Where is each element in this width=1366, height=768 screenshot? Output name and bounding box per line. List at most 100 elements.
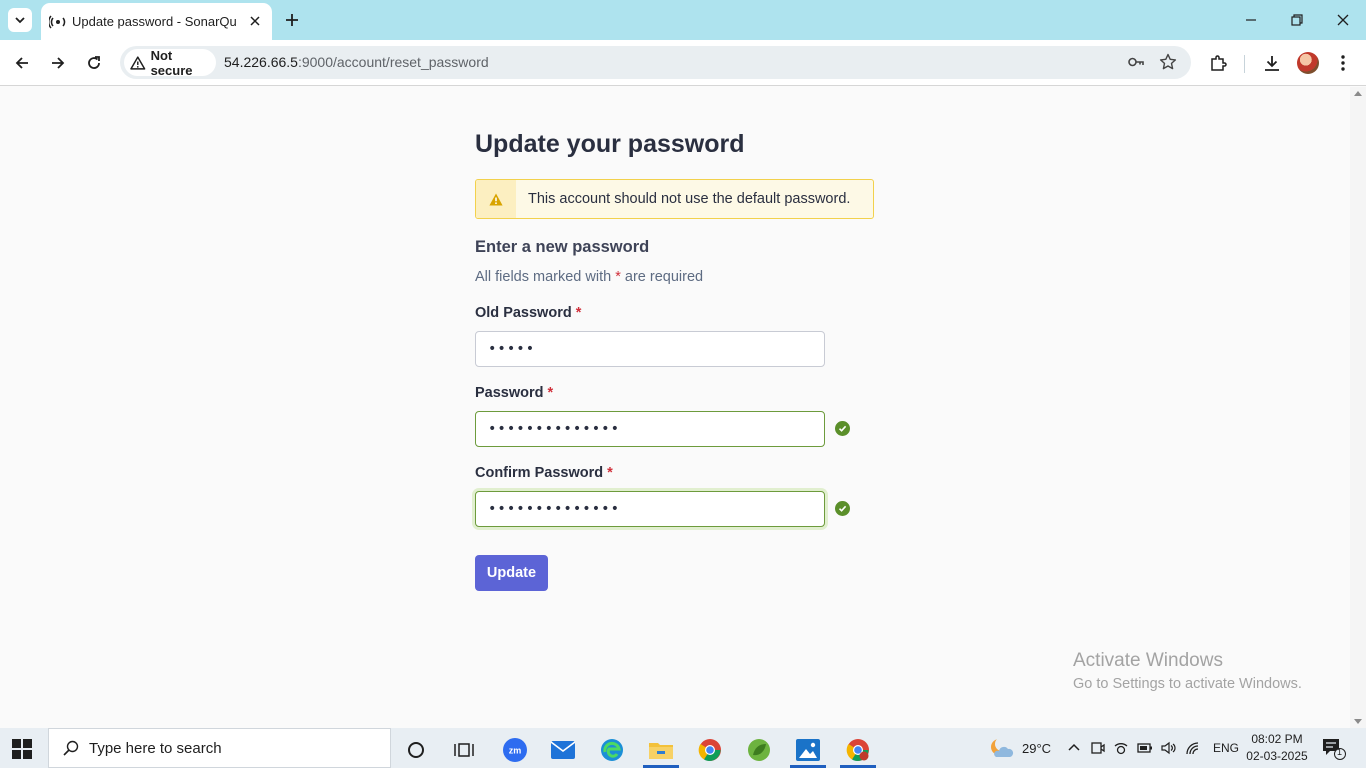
- photos-app[interactable]: [788, 732, 828, 768]
- network-icon[interactable]: [1113, 741, 1129, 755]
- confirm-password-field[interactable]: [475, 491, 825, 527]
- warning-message: This account should not use the default …: [528, 191, 851, 207]
- download-icon: [1265, 56, 1279, 71]
- password-field[interactable]: [475, 411, 825, 447]
- minimize-icon: [1246, 19, 1256, 21]
- search-icon: [63, 740, 79, 756]
- edge-app[interactable]: [592, 732, 632, 768]
- arrow-left-icon: [15, 57, 28, 69]
- chevron-down-icon: [15, 17, 25, 24]
- mail-icon: [551, 741, 575, 759]
- warning-alert: This account should not use the default …: [475, 179, 874, 219]
- downloads-button[interactable]: [1260, 51, 1284, 75]
- chevron-up-icon[interactable]: [1067, 741, 1081, 755]
- edge-icon: [601, 739, 623, 761]
- required-fields-note: All fields marked with * are required: [475, 269, 703, 285]
- reload-button[interactable]: [82, 51, 106, 75]
- forward-button[interactable]: [46, 51, 70, 75]
- reload-icon: [88, 56, 100, 69]
- tab-strip: Update password - SonarQube: [0, 0, 1366, 40]
- puzzle-icon: [1211, 55, 1227, 71]
- update-button[interactable]: Update: [475, 555, 548, 591]
- weather-temperature: 29°C: [1022, 740, 1052, 756]
- confirm-password-label-text: Confirm Password: [475, 465, 604, 481]
- scroll-down-arrow-icon[interactable]: [1354, 719, 1362, 724]
- svg-text:zm: zm: [509, 746, 522, 756]
- language-indicator[interactable]: ENG: [1213, 741, 1239, 755]
- taskbar-search[interactable]: Type here to search: [48, 728, 391, 768]
- password-manager-button[interactable]: [1126, 52, 1146, 72]
- windows-start-icon[interactable]: [12, 739, 32, 759]
- back-button[interactable]: [10, 51, 34, 75]
- chrome-profile-app[interactable]: [838, 732, 878, 768]
- site-info-button[interactable]: Not secure: [124, 48, 216, 78]
- chrome-app[interactable]: [690, 732, 730, 768]
- clock[interactable]: 08:02 PM 02-03-2025: [1245, 731, 1309, 765]
- bookmark-button[interactable]: [1158, 52, 1178, 72]
- task-view-button[interactable]: [444, 732, 484, 768]
- required-star: *: [575, 305, 582, 321]
- required-star: *: [615, 269, 621, 285]
- browser-tab[interactable]: Update password - SonarQube: [41, 3, 272, 40]
- battery-icon[interactable]: [1137, 742, 1153, 754]
- check-circle-icon: [835, 421, 850, 436]
- tab-search-button[interactable]: [8, 8, 32, 32]
- plus-icon: [286, 14, 298, 26]
- section-heading: Enter a new password: [475, 238, 650, 256]
- weather-moon-cloud-icon: [991, 737, 1014, 757]
- clock-time: 08:02 PM: [1251, 732, 1303, 746]
- warning-triangle-icon: [130, 55, 146, 70]
- chrome-icon: [698, 739, 721, 761]
- password-label-text: Password: [475, 385, 544, 401]
- leaf-icon: [748, 739, 770, 761]
- page-scrollbar[interactable]: [1350, 87, 1366, 728]
- scroll-up-arrow-icon[interactable]: [1354, 91, 1362, 96]
- clock-date: 02-03-2025: [1246, 749, 1308, 763]
- activate-windows-watermark: Activate Windows Go to Settings to activ…: [1073, 650, 1302, 692]
- browser-toolbar: Not secure 54.226.66.5:9000/account/rese…: [0, 40, 1366, 86]
- arrow-right-icon: [52, 57, 65, 69]
- wifi-icon[interactable]: [1185, 741, 1201, 755]
- browser-menu-button[interactable]: [1331, 51, 1355, 75]
- alert-icon-cell: [476, 180, 516, 218]
- key-icon: [1128, 57, 1144, 67]
- old-password-field[interactable]: [475, 331, 825, 367]
- search-placeholder: Type here to search: [89, 739, 222, 757]
- old-password-label: Old Password *: [475, 305, 581, 321]
- weather-widget[interactable]: 29°C: [988, 728, 1051, 768]
- page-content: Update your password This account should…: [0, 87, 1350, 728]
- extensions-button[interactable]: [1206, 51, 1230, 75]
- file-explorer-app[interactable]: [641, 732, 681, 768]
- tab-close-button[interactable]: [246, 12, 264, 30]
- required-note-prefix: All fields marked with: [475, 269, 612, 285]
- zoom-app[interactable]: zm: [495, 732, 535, 768]
- close-icon: [250, 16, 260, 26]
- photos-icon: [796, 739, 820, 761]
- toolbar-separator: [1244, 55, 1245, 73]
- restore-icon: [1291, 14, 1303, 26]
- spring-tool-app[interactable]: [739, 732, 779, 768]
- sonarqube-favicon-icon: [49, 15, 66, 29]
- mail-app[interactable]: [543, 732, 583, 768]
- required-star: *: [547, 385, 554, 401]
- notification-count: 1: [1337, 747, 1343, 757]
- address-bar[interactable]: Not secure 54.226.66.5:9000/account/rese…: [120, 46, 1191, 79]
- system-tray: ENG: [1067, 728, 1239, 768]
- url-text[interactable]: 54.226.66.5:9000/account/reset_password: [224, 54, 489, 70]
- new-tab-button[interactable]: [282, 10, 302, 30]
- task-view-icon: [454, 743, 474, 757]
- minimize-button[interactable]: [1239, 8, 1263, 32]
- watermark-title: Activate Windows: [1073, 650, 1223, 671]
- required-star: *: [607, 465, 613, 481]
- meet-now-icon[interactable]: [1091, 741, 1105, 755]
- restore-button[interactable]: [1285, 8, 1309, 32]
- old-password-label-text: Old Password: [475, 305, 572, 321]
- profile-avatar[interactable]: [1297, 52, 1319, 74]
- action-center-button[interactable]: 1: [1322, 738, 1346, 760]
- url-path: :9000/account/reset_password: [297, 54, 489, 70]
- close-window-button[interactable]: [1331, 8, 1355, 32]
- notification-icon: [1323, 739, 1346, 760]
- page-title: Update your password: [475, 130, 745, 158]
- volume-icon[interactable]: [1161, 741, 1177, 755]
- cortana-button[interactable]: [396, 732, 436, 768]
